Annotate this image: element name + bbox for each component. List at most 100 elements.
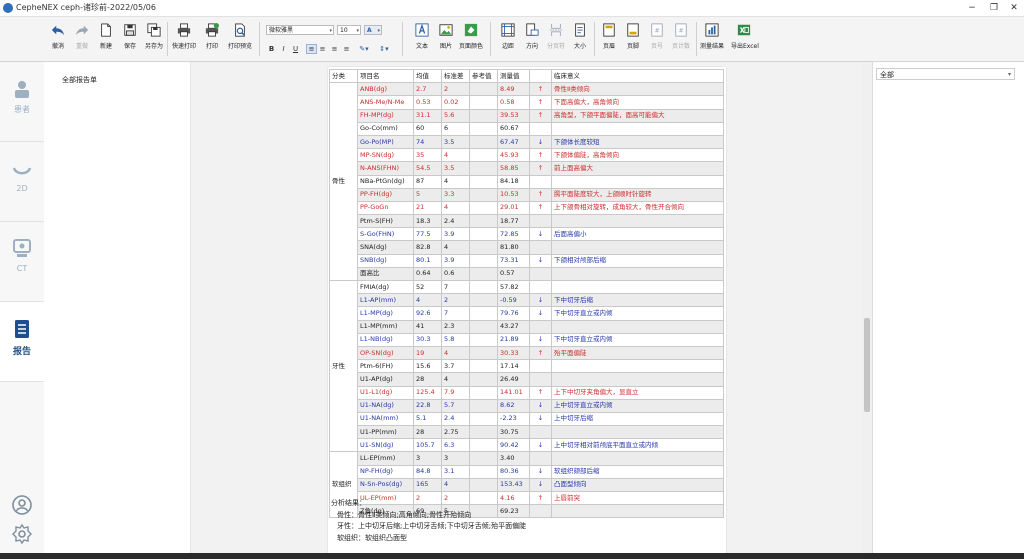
vertical-scrollbar[interactable] (862, 62, 872, 559)
insert-image-label: 图片 (439, 43, 452, 50)
reference-cell (469, 398, 498, 413)
redo-button[interactable]: 重做 (69, 20, 95, 58)
font-family-select[interactable]: 微软雅黑 ▾ (266, 25, 334, 35)
header-trend (529, 68, 552, 84)
margins-button[interactable]: 边距 (495, 20, 521, 58)
item-name-cell: L1-AP(mm) (357, 293, 414, 308)
reference-cell (469, 332, 498, 347)
header-reference: 参考值 (469, 68, 498, 84)
page-break-button[interactable]: 分页符 (543, 20, 569, 58)
align-center-button[interactable]: ≡ (318, 44, 327, 54)
margins-label: 边距 (501, 43, 514, 50)
save-as-button[interactable]: 另存为 (141, 20, 167, 58)
mean-cell: 3 (413, 451, 442, 466)
underline-button[interactable]: U (291, 44, 300, 54)
settings-icon[interactable] (11, 523, 33, 545)
tree-item-all-reports[interactable]: 全部报告单 (62, 75, 97, 85)
save-button[interactable]: 保存 (117, 20, 143, 58)
user-icon[interactable] (11, 494, 33, 516)
print-button[interactable]: 打印 (199, 20, 225, 58)
mean-cell: 52 (413, 279, 442, 295)
std-dev-cell: 0.6 (441, 266, 470, 282)
insert-text-label: 文本 (415, 43, 428, 50)
std-dev-cell: 7 (441, 306, 470, 321)
header-icon (603, 23, 615, 37)
orientation-button[interactable]: 方向 (519, 20, 545, 58)
mean-cell: 4 (413, 293, 442, 308)
page-count-button[interactable]: # 页计数 (668, 20, 694, 58)
filter-panel (872, 62, 1024, 559)
sidebar-item-2d[interactable]: 2D (0, 142, 44, 222)
sidebar-item-patient[interactable]: 患者 (0, 62, 44, 142)
insert-text-button[interactable]: 文本 (409, 20, 435, 58)
table-row: OP-SN(dg) 19 4 30.33 ↑ 殆平面偏陡 (330, 345, 724, 361)
align-left-button[interactable]: ≡ (306, 44, 317, 54)
measured-value-cell: 10.53 (497, 187, 530, 202)
header-std-dev: 标准差 (441, 68, 470, 84)
trend-arrow-cell (529, 279, 552, 295)
std-dev-cell: 5.6 (441, 108, 470, 123)
table-row: U1-PP(mm) 28 2.75 30.75 (330, 425, 724, 440)
align-right-button[interactable]: ≡ (330, 44, 339, 54)
close-button[interactable]: ✕ (1004, 0, 1024, 16)
clinical-meaning-cell: 骨性Ⅱ类倾向 (551, 82, 724, 97)
trend-arrow-cell: ↑ (529, 82, 552, 97)
report-table: 分类 项目名 均值 标准差 参考值 测量值 临床意义 骨性 ANB(dg) 2.7 2… (329, 68, 724, 519)
trend-arrow-cell: ↑ (529, 161, 552, 176)
filter-select[interactable]: 全部 ▾ (876, 68, 1015, 80)
table-row: NBa-PtGn(dg) 87 4 84.18 (330, 174, 724, 189)
scrollbar-thumb[interactable] (864, 318, 870, 412)
std-dev-cell: 0.02 (441, 95, 470, 110)
measured-value-cell: 18.77 (497, 214, 530, 229)
export-excel-label: 导出Excel (731, 43, 759, 50)
page-break-icon (549, 23, 563, 37)
italic-button[interactable]: I (279, 44, 288, 54)
minimize-button[interactable]: − (962, 0, 982, 16)
clinical-meaning-cell (551, 266, 724, 282)
justify-button[interactable]: ≡ (342, 44, 351, 54)
sidebar-item-label: CT (16, 264, 28, 273)
export-excel-button[interactable]: 导出Excel (731, 20, 759, 58)
bold-button[interactable]: B (267, 44, 276, 54)
footer-button[interactable]: 页脚 (620, 20, 646, 58)
excel-icon (737, 24, 751, 36)
page-number-button[interactable]: # 页号 (644, 20, 670, 58)
item-name-cell: OP-SN(dg) (357, 345, 414, 361)
measured-value-cell: 45.93 (497, 148, 530, 163)
new-button[interactable]: 新建 (93, 20, 119, 58)
table-row: Go-Po(MP) 74 3.5 67.47 ↓ 下颌体长度较短 (330, 134, 724, 150)
page-color-button[interactable]: 页面颜色 (458, 20, 484, 58)
highlight-color-button[interactable]: ✎▾ (356, 44, 372, 54)
std-dev-cell: 2.4 (441, 411, 470, 427)
filter-value: 全部 (880, 71, 894, 79)
item-name-cell: Go-Co(mm) (357, 121, 414, 136)
font-size-select[interactable]: 10 ▾ (337, 25, 361, 35)
insert-image-button[interactable]: 图片 (433, 20, 459, 58)
clinical-meaning-cell: 后面高偏小 (551, 227, 724, 242)
table-row: SNB(dg) 80.1 3.9 73.31 ↓ 下颌相对颅部后缩 (330, 253, 724, 268)
header-button[interactable]: 页眉 (596, 20, 622, 58)
std-dev-cell: 4 (441, 200, 470, 216)
clinical-meaning-cell: 上唇前突 (551, 490, 724, 506)
page-size-button[interactable]: 大小 (567, 20, 593, 58)
print-preview-button[interactable]: 打印预览 (227, 20, 253, 58)
redo-label: 重做 (75, 43, 88, 50)
sidebar-item-ct[interactable]: CT (0, 222, 44, 302)
item-name-cell: U1-L1(dg) (357, 385, 414, 400)
restore-button[interactable]: ❐ (984, 0, 1004, 16)
measure-result-button[interactable]: 测量结果 (699, 20, 725, 58)
item-name-cell: L1-NB(dg) (357, 332, 414, 347)
reference-cell (469, 240, 498, 255)
mean-cell: 54.5 (413, 161, 442, 176)
std-dev-cell: 2.4 (441, 214, 470, 229)
reference-cell (469, 187, 498, 202)
quick-print-icon (177, 23, 191, 37)
text-color-button[interactable]: A ▾ (364, 25, 382, 35)
table-row: U1-L1(dg) 125.4 7.9 141.01 ↑ 上下中切牙夹角偏大，显直立 (330, 385, 724, 400)
reference-cell (469, 121, 498, 136)
quick-print-button[interactable]: 快速打印 (171, 20, 197, 58)
undo-button[interactable]: 撤消 (45, 20, 71, 58)
sidebar-item-report[interactable]: 报告 (0, 302, 44, 382)
line-spacing-button[interactable]: ⇕▾ (376, 44, 392, 54)
toolbar-separator (696, 22, 697, 56)
